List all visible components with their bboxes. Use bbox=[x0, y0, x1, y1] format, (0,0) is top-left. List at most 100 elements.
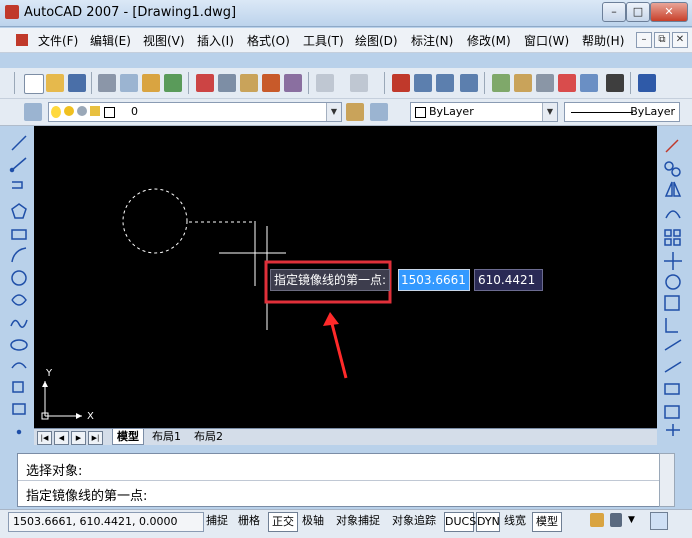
block-editor-icon[interactable] bbox=[284, 74, 302, 92]
standard-toolbar bbox=[0, 68, 692, 99]
status-menu-chevron-icon[interactable]: ▼ bbox=[628, 515, 638, 525]
linetype-dropdown[interactable]: ByLayer bbox=[564, 102, 680, 122]
ducs-toggle[interactable]: DUCS bbox=[444, 512, 476, 532]
calculator-icon[interactable] bbox=[606, 74, 624, 92]
layer-name: 0 bbox=[131, 105, 138, 118]
autocad-app-icon[interactable] bbox=[5, 5, 19, 19]
ortho-toggle[interactable]: 正交 bbox=[268, 512, 298, 532]
layout-tabs-bar: |◀ ◀ ▶ ▶| 模型 布局1 布局2 bbox=[34, 428, 657, 445]
menu-modify[interactable]: 修改(M) bbox=[467, 32, 511, 49]
clean-screen-icon[interactable] bbox=[650, 512, 668, 530]
3d-dwf-icon[interactable] bbox=[164, 74, 182, 92]
dyn-toggle[interactable]: DYN bbox=[476, 512, 500, 532]
color-dropdown[interactable]: ByLayer ▼ bbox=[410, 102, 558, 122]
color-swatch bbox=[415, 107, 426, 118]
minimize-button[interactable]: – bbox=[602, 2, 626, 22]
snap-toggle[interactable]: 捕捉 bbox=[204, 512, 230, 530]
menu-file[interactable]: 文件(F) bbox=[38, 32, 78, 49]
grid-toggle[interactable]: 栅格 bbox=[236, 512, 262, 530]
copy-icon[interactable] bbox=[218, 74, 236, 92]
layers-toolbar: 0 ▼ ByLayer ▼ ByLayer bbox=[0, 99, 692, 126]
open-icon[interactable] bbox=[46, 74, 64, 92]
undo-icon[interactable] bbox=[316, 74, 334, 92]
x-coordinate-input[interactable]: 1503.6661 bbox=[398, 269, 470, 291]
maximize-button[interactable]: □ bbox=[626, 2, 650, 22]
help-icon[interactable] bbox=[638, 74, 656, 92]
markup-icon[interactable] bbox=[580, 74, 598, 92]
command-prompt-line: 指定镜像线的第一点: bbox=[26, 489, 148, 504]
tab-layout1[interactable]: 布局1 bbox=[148, 429, 185, 444]
layer-previous-icon[interactable] bbox=[370, 103, 388, 121]
ucs-y-label: Y bbox=[46, 368, 53, 379]
menu-tools[interactable]: 工具(T) bbox=[303, 32, 344, 49]
menu-format[interactable]: 格式(O) bbox=[247, 32, 290, 49]
zoom-previous-icon[interactable] bbox=[460, 74, 478, 92]
tab-layout2[interactable]: 布局2 bbox=[190, 429, 227, 444]
layer-viewport-icon bbox=[77, 106, 87, 116]
menu-insert[interactable]: 插入(I) bbox=[197, 32, 234, 49]
linetype-value: ByLayer bbox=[630, 105, 675, 118]
command-window[interactable]: 选择对象: 指定镜像线的第一点: bbox=[17, 453, 661, 507]
ucs-x-label: X bbox=[87, 411, 94, 422]
menu-dimension[interactable]: 标注(N) bbox=[411, 32, 453, 49]
layer-color-swatch bbox=[104, 107, 115, 118]
redo-icon[interactable] bbox=[350, 74, 368, 92]
properties-icon[interactable] bbox=[492, 74, 510, 92]
chevron-down-icon: ▼ bbox=[542, 103, 557, 121]
y-coordinate-input[interactable]: 610.4421 bbox=[474, 269, 543, 291]
layer-on-icon bbox=[51, 106, 61, 118]
zoom-realtime-icon[interactable] bbox=[414, 74, 432, 92]
cut-icon[interactable] bbox=[196, 74, 214, 92]
make-layer-current-icon[interactable] bbox=[346, 103, 364, 121]
lock-icon[interactable] bbox=[610, 513, 622, 527]
polar-toggle[interactable]: 极轴 bbox=[300, 512, 326, 530]
match-properties-icon[interactable] bbox=[262, 74, 280, 92]
new-icon[interactable] bbox=[24, 74, 44, 94]
draw-toolbar bbox=[8, 130, 30, 448]
mdi-minimize-button[interactable]: – bbox=[636, 32, 652, 48]
draw-tools-icons bbox=[9, 135, 28, 435]
selected-circle[interactable] bbox=[122, 188, 188, 254]
layer-manager-icon[interactable] bbox=[24, 103, 42, 121]
color-value: ByLayer bbox=[429, 105, 474, 118]
menu-edit[interactable]: 编辑(E) bbox=[90, 32, 131, 49]
osnap-toggle[interactable]: 对象捕捉 bbox=[332, 512, 384, 530]
plot-preview-icon[interactable] bbox=[120, 74, 138, 92]
command-history-line: 选择对象: bbox=[26, 464, 83, 479]
next-tab-button[interactable]: ▶ bbox=[71, 431, 86, 445]
prev-tab-button[interactable]: ◀ bbox=[54, 431, 69, 445]
menu-draw[interactable]: 绘图(D) bbox=[355, 32, 398, 49]
menu-bar: 文件(F) 编辑(E) 视图(V) 插入(I) 格式(O) 工具(T) 绘图(D… bbox=[0, 28, 692, 53]
command-scrollbar[interactable] bbox=[659, 453, 675, 507]
model-space-toggle[interactable]: 模型 bbox=[532, 512, 562, 532]
tool-palettes-icon[interactable] bbox=[536, 74, 554, 92]
title-bar: AutoCAD 2007 - [Drawing1.dwg] – □ ✕ bbox=[0, 0, 692, 27]
zoom-window-icon[interactable] bbox=[436, 74, 454, 92]
tab-model[interactable]: 模型 bbox=[112, 429, 144, 445]
pan-icon[interactable] bbox=[392, 74, 410, 92]
design-center-icon[interactable] bbox=[514, 74, 532, 92]
communication-center-icon[interactable] bbox=[590, 513, 604, 527]
menu-window[interactable]: 窗口(W) bbox=[524, 32, 569, 49]
coordinate-display[interactable]: 1503.6661, 610.4421, 0.0000 bbox=[8, 512, 204, 532]
save-icon[interactable] bbox=[68, 74, 86, 92]
otrack-toggle[interactable]: 对象追踪 bbox=[388, 512, 440, 530]
mdi-restore-button[interactable]: ⧉ bbox=[654, 32, 670, 48]
lineweight-toggle[interactable]: 线宽 bbox=[502, 512, 528, 530]
sheet-set-icon[interactable] bbox=[558, 74, 576, 92]
layer-freeze-icon bbox=[64, 106, 74, 116]
drawing-canvas[interactable]: Y X 指定镜像线的第一点: 1503.6661 610.4421 bbox=[34, 126, 657, 428]
print-icon[interactable] bbox=[98, 74, 116, 92]
linetype-preview bbox=[571, 112, 633, 113]
publish-icon[interactable] bbox=[142, 74, 160, 92]
layer-dropdown[interactable]: 0 ▼ bbox=[48, 102, 342, 122]
first-tab-button[interactable]: |◀ bbox=[37, 431, 52, 445]
last-tab-button[interactable]: ▶| bbox=[88, 431, 103, 445]
menu-help[interactable]: 帮助(H) bbox=[582, 32, 624, 49]
mdi-close-button[interactable]: ✕ bbox=[672, 32, 688, 48]
menu-view[interactable]: 视图(V) bbox=[143, 32, 185, 49]
paste-icon[interactable] bbox=[240, 74, 258, 92]
modify-tools-icons bbox=[664, 139, 682, 436]
doc-icon[interactable] bbox=[16, 34, 28, 46]
close-button[interactable]: ✕ bbox=[650, 2, 688, 22]
